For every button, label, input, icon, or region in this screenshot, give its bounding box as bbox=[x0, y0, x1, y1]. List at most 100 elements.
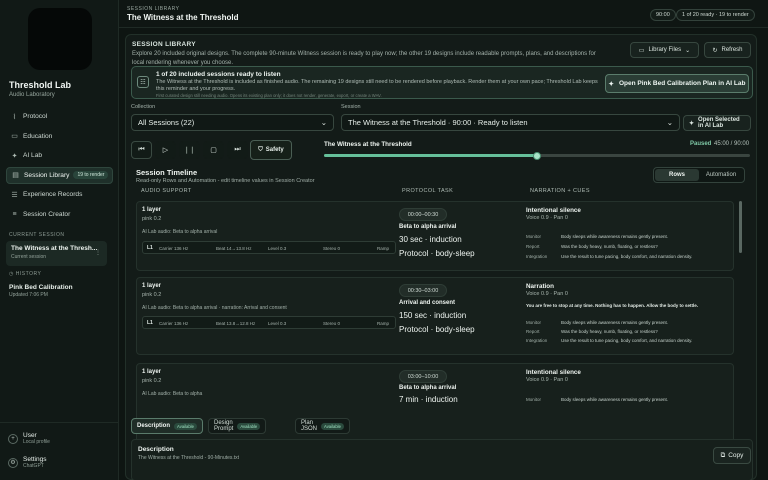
open-plan-button[interactable]: ✦ Open Pink Bed Calibration Plan in AI L… bbox=[605, 74, 749, 93]
timeline-row: 1 layer pink 0.2 AI Lab audio: Beta to a… bbox=[136, 277, 734, 355]
cue-value: Body sleeps while awareness remains gent… bbox=[561, 320, 669, 325]
phase-name: Arrival and consent bbox=[399, 300, 456, 306]
progress-handle[interactable] bbox=[533, 152, 541, 160]
library-files-label: Library Files bbox=[648, 47, 682, 53]
sidebar-nav: ⌇ Protocol ▭ Education ✦ AI Lab ▤ Sessio… bbox=[6, 108, 113, 225]
user-profile[interactable]: + User Local profile bbox=[8, 432, 50, 445]
progress-fill bbox=[324, 154, 537, 157]
sidebar-item-protocol[interactable]: ⌇ Protocol bbox=[6, 108, 113, 125]
layer-beat: Beat 13.8→12.8 Hz bbox=[216, 320, 256, 326]
sidebar-item-label: Education bbox=[23, 132, 53, 140]
time-range-pill: 03:00–10:00 bbox=[399, 370, 447, 383]
collection-select[interactable]: All Sessions (22) ⌄ bbox=[131, 114, 334, 131]
sidebar-item-session-creator[interactable]: ≡ Session Creator bbox=[6, 206, 113, 223]
user-title: User bbox=[23, 432, 37, 439]
chevron-down-icon: ⌄ bbox=[320, 118, 327, 127]
voice-settings: Voice 0.9 · Pan 0 bbox=[526, 215, 568, 221]
col-audio-support: AUDIO SUPPORT bbox=[141, 188, 192, 194]
history-label-text: HISTORY bbox=[15, 271, 42, 277]
skip-forward-button[interactable]: ⏭ bbox=[227, 141, 248, 159]
current-session-card[interactable]: The Witness at the Thresh... Current ses… bbox=[6, 241, 107, 266]
tab-description[interactable]: Description Available bbox=[131, 418, 203, 434]
tab-label: Description bbox=[137, 423, 171, 429]
available-badge: Available bbox=[174, 422, 197, 430]
library-files-button[interactable]: ▭ Library Files ⌄ bbox=[630, 42, 699, 58]
skip-back-icon: ⏮ bbox=[138, 146, 145, 153]
topbar-section-label: SESSION LIBRARY bbox=[127, 6, 180, 12]
more-icon[interactable]: ⋮ bbox=[95, 249, 101, 256]
time-range-pill: 00:00–00:30 bbox=[399, 208, 447, 221]
layer-id: L1 bbox=[147, 320, 153, 326]
gear-icon: ⚙ bbox=[8, 457, 18, 468]
copy-button[interactable]: ⧉ Copy bbox=[713, 447, 751, 464]
open-selected-button[interactable]: ✦ Open Selected in AI Lab bbox=[683, 115, 751, 131]
safety-button[interactable]: ⛉ Safety bbox=[250, 140, 292, 160]
layer-count: 1 layer bbox=[142, 207, 162, 213]
user-sub: Local profile bbox=[23, 439, 50, 445]
description-title: Description bbox=[138, 446, 174, 453]
description-filename: The Witness at the Threshold - 90-Minute… bbox=[138, 455, 240, 461]
current-session-sub: Current session bbox=[11, 254, 47, 260]
sparkle-icon: ✦ bbox=[689, 120, 695, 127]
cue-value: Use the result to tune pacing, body comf… bbox=[561, 338, 693, 343]
refresh-label: Refresh bbox=[721, 47, 743, 53]
refresh-button[interactable]: ↻ Refresh bbox=[704, 42, 751, 58]
app-logo bbox=[28, 8, 92, 70]
ai-audio-note: AI Lab audio: Beta to alpha arrival bbox=[142, 229, 218, 235]
duration-chip: 90:00 bbox=[650, 9, 676, 21]
rows-toggle[interactable]: Rows bbox=[655, 169, 699, 181]
render-count-badge: 19 to render bbox=[73, 171, 109, 179]
sidebar-item-label: Protocol bbox=[23, 113, 48, 120]
layer-count: 1 layer bbox=[142, 283, 162, 289]
records-icon: ☰ bbox=[11, 191, 18, 199]
sidebar-item-label: Session Creator bbox=[23, 210, 71, 218]
cue-key: Integration bbox=[526, 338, 548, 343]
settings-link[interactable]: ⚙ Settings ChatGPT bbox=[8, 456, 47, 469]
phase-name: Beta to alpha arrival bbox=[399, 385, 457, 391]
sidebar-item-experience-records[interactable]: ☰ Experience Records bbox=[6, 186, 113, 203]
stop-button[interactable]: ▢ bbox=[203, 141, 224, 159]
library-description: Explore 20 included original designs. Th… bbox=[132, 51, 596, 66]
voice-settings: Voice 0.9 · Pan 0 bbox=[526, 291, 568, 297]
sidebar-item-education[interactable]: ▭ Education bbox=[6, 128, 113, 145]
session-label: Session bbox=[341, 104, 361, 110]
layer-stereo: Stereo 0 bbox=[323, 320, 341, 326]
layer-ramp: Ramp bbox=[377, 320, 390, 326]
sidebar-item-session-library[interactable]: ▤ Session Library 19 to render bbox=[6, 166, 113, 184]
refresh-icon: ↻ bbox=[712, 47, 718, 54]
narration-type: Intentional silence bbox=[526, 369, 581, 376]
tab-label: Plan JSON bbox=[301, 420, 318, 432]
protocol-name: Protocol · body-sleep bbox=[399, 249, 475, 258]
stop-icon: ▢ bbox=[210, 147, 217, 154]
settings-title: Settings bbox=[23, 456, 47, 463]
tab-design-prompt[interactable]: Design Prompt Available bbox=[208, 418, 267, 434]
play-icon: ▷ bbox=[162, 147, 169, 154]
protocol-name: Protocol · body-sleep bbox=[399, 325, 475, 334]
app-subtitle: Audio Laboratory bbox=[9, 92, 55, 98]
sidebar-item-ai-lab[interactable]: ✦ AI Lab bbox=[6, 147, 113, 164]
cue-key: Monitor bbox=[526, 234, 542, 239]
skip-back-button[interactable]: ⏮ bbox=[131, 141, 152, 159]
cue-key: Report bbox=[526, 244, 540, 249]
notice-title: 1 of 20 included sessions ready to liste… bbox=[156, 71, 281, 78]
play-button[interactable]: ▷ bbox=[155, 141, 176, 159]
timeline-scrollbar[interactable] bbox=[739, 201, 742, 253]
cue-value: Use the result to tune pacing, body comf… bbox=[561, 254, 693, 259]
cue-key: Report bbox=[526, 329, 540, 334]
noise-level: pink 0.2 bbox=[142, 292, 162, 298]
pause-button[interactable]: ❙❙ bbox=[179, 141, 200, 159]
automation-toggle[interactable]: Automation bbox=[699, 169, 743, 181]
book-icon: ▭ bbox=[11, 133, 18, 140]
cue-key: Monitor bbox=[526, 397, 542, 402]
timeline-title: Session Timeline bbox=[136, 168, 198, 177]
user-icon: + bbox=[8, 433, 18, 444]
status-chip: 1 of 20 ready · 19 to render bbox=[676, 9, 755, 21]
notice-footnote: First curated design still needing audio… bbox=[156, 93, 382, 98]
session-select[interactable]: The Witness at the Threshold · 90:00 · R… bbox=[341, 114, 680, 131]
phase-name: Beta to alpha arrival bbox=[399, 224, 457, 230]
sidebar-item-label: AI Lab bbox=[23, 152, 43, 159]
layer-strip: L1 Carrier 136 Hz Beat 13.8→12.8 Hz Leve… bbox=[142, 316, 396, 329]
tab-plan-json[interactable]: Plan JSON Available bbox=[295, 418, 350, 434]
layer-carrier: Carrier 136 Hz bbox=[159, 320, 189, 326]
history-item[interactable]: Pink Bed Calibration Updated 7:06 PM bbox=[9, 284, 73, 298]
